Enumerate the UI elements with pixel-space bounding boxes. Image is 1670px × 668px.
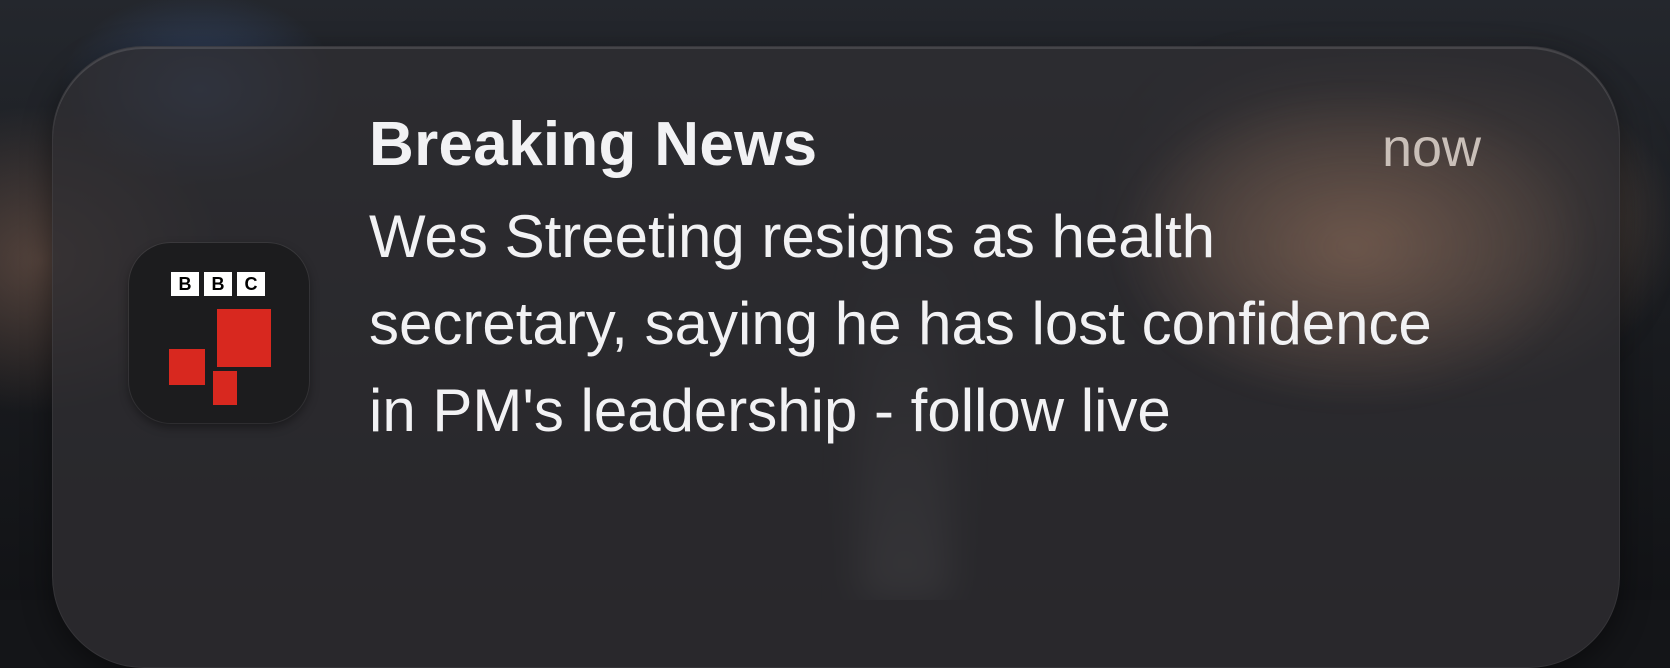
bbc-logo-letter: B: [204, 272, 232, 296]
logo-red-square-medium: [169, 349, 205, 385]
bbc-news-app-icon: B B C: [129, 243, 309, 423]
bbc-logo-letter: C: [237, 272, 265, 296]
notification-timestamp: now: [1381, 118, 1481, 178]
logo-red-square-small: [213, 371, 237, 405]
notification-title: Breaking News: [369, 110, 818, 179]
bbc-logo: B B C: [171, 272, 265, 296]
bbc-logo-letter: B: [171, 272, 199, 296]
logo-red-square-large: [217, 309, 271, 367]
notification-body: Wes Streeting resigns as health secretar…: [369, 203, 1432, 444]
push-notification[interactable]: B B C Breaking News now Wes Streeting re…: [52, 46, 1620, 668]
